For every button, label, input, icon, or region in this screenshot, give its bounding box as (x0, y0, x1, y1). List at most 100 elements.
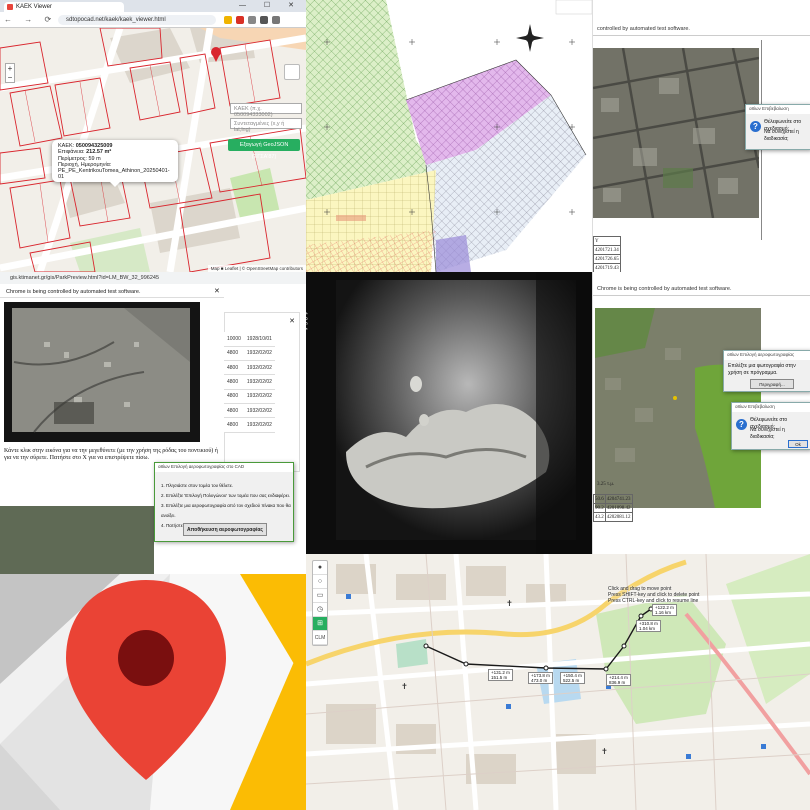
measure-tool[interactable]: ⊞ (313, 617, 327, 631)
cadastral-map[interactable]: Μαιζώνος + − ΚΑΕΚ: 050094325009 Επιφάνει… (0, 26, 306, 272)
cad-photo-dialog: ο8ίων Επιλογή αεροφωτογραφίας στο CAD 1.… (154, 462, 294, 542)
select-photo-dialog: ο8ίων Επιλογή αεροφωτογραφίας Επιλέξτε μ… (723, 350, 810, 392)
draw-point-tool[interactable]: ● (313, 561, 327, 575)
table-row[interactable]: 10000 1928/10/01 (224, 332, 275, 347)
tab-kaek-viewer[interactable]: ΚΑΕΚ Viewer (4, 2, 124, 12)
zoom-out-button[interactable]: − (6, 73, 14, 82)
kaek-search-input[interactable]: ΚΑΕΚ (π.χ. 050094333002) (230, 103, 302, 118)
extension-icons[interactable] (224, 16, 284, 26)
question-icon: ? (736, 419, 747, 430)
region-value: PE_PE_KentrikouTomea_Athinon_20250401-01 (58, 168, 170, 181)
dialog-title: ο8ίων Επιλογή αεροφωτογραφίας στο CAD (155, 463, 293, 472)
plan-drawing (306, 0, 592, 272)
historic-aerial-photo[interactable] (4, 302, 200, 442)
table-row[interactable]: 4800 1932/02/02 (224, 360, 275, 376)
aerial-confirm-window: controlled by automated test software. ο… (592, 0, 810, 272)
confirm-dialog: ο8ίων Επιβεβαίωση ? Θέλεφωνείτε στο σχεδ… (745, 104, 810, 150)
step-1: 1. Πλησιάστε στον τομέα του θέλετε. (161, 483, 234, 488)
dialog-line-2: Να συνεχιστεί η διαδικασία; (750, 427, 785, 440)
segment-label: +310.8 m 1.04 km (636, 620, 661, 632)
table-row[interactable]: 4800 1932/02/02 (224, 346, 275, 362)
segment-label: +214.4 m 836.9 m (606, 674, 631, 686)
history-tool[interactable]: ◷ (313, 603, 327, 617)
browse-button[interactable]: Περιγραφή... (750, 379, 794, 389)
table-row[interactable]: 4800 1932/02/02 (224, 417, 275, 433)
perimeter-label: Περίμετρος: (58, 155, 87, 162)
negative-scan (306, 272, 592, 554)
draw-circle-tool[interactable]: ○ (313, 575, 327, 589)
photo-instructions: Κάντε κλικ στην εικόνα για να την μεγεθύ… (4, 448, 218, 462)
dialog-title: ο8ίων Επιλογή αεροφωτογραφίας (724, 351, 810, 360)
nav-buttons-icon[interactable]: ← → ⟳ (4, 15, 56, 24)
url-bar[interactable]: gis.ktimanet.gr/gis/ParkPreview.html?id=… (0, 272, 306, 284)
export-geojson-button[interactable]: Εξαγωγή GeoJSON (ΕΓΣΑ'87) (228, 139, 300, 160)
zoom-control[interactable]: + − (5, 63, 15, 83)
url-field[interactable]: sdtopocad.net/kaek/kaek_viewer.html (58, 15, 216, 25)
table-row: 90.2 4201098.42 (593, 503, 633, 513)
close-icon[interactable]: ✕ (214, 287, 220, 295)
aerial-city-texture (593, 47, 761, 219)
automation-infobar: Chrome is being controlled by automated … (593, 282, 810, 296)
historic-aerial-texture (4, 302, 200, 442)
area-text: 3.25 τ.μ. (597, 482, 615, 487)
layers-icon[interactable] (284, 64, 300, 80)
coordinates-table: Y 4201721.34 4201726.65 4201719.43 (593, 236, 621, 272)
photo-list-table: 10000 1928/10/01 4800 1932/02/02 4800 1932/… (224, 332, 275, 433)
profile-icon (260, 16, 268, 24)
coords-search-input[interactable]: Συντεταγμένες (x,y ή lat,lng) (230, 118, 302, 133)
table-row: 50.6 4204741.23 (593, 494, 633, 504)
satellite-strip (0, 506, 154, 574)
maps-pin-icon (0, 574, 306, 810)
kaek-viewer-browser: ΚΑΕΚ Viewer — ☐ ✕ ← → ⟳ sdtopocad.net/ka… (0, 0, 306, 272)
area-label: Επιφάνεια: (58, 149, 85, 156)
question-icon: ? (750, 121, 761, 132)
table-row[interactable]: 4800 1932/02/02 (224, 374, 275, 390)
segment-label: +131.2 m 151.5 m (488, 669, 513, 681)
svg-text:✝: ✝ (601, 747, 608, 756)
parcel-info-popup: ΚΑΕΚ: 050094325009 Επιφάνεια: 212.57 m² … (52, 140, 178, 187)
zoom-in-button[interactable]: + (6, 64, 14, 73)
coordinates-table: 50.6 4204741.23 90.2 4201098.42 43.2 420208… (593, 494, 633, 522)
address-bar: ← → ⟳ sdtopocad.net/kaek/kaek_viewer.htm… (0, 12, 306, 28)
osm-measure-map[interactable]: ✝ ✝ ✝ ● ○ ▭ ◷ ⊞ CLM Click and drag to move… (306, 554, 810, 810)
aerial-negative-photo: 1264 (306, 272, 592, 554)
area-value: 212.57 m² (86, 149, 112, 156)
tab-title: ΚΑΕΚ Viewer (16, 4, 52, 10)
window-controls[interactable]: — ☐ ✕ (239, 1, 302, 9)
table-row: 43.2 4202081.12 (593, 512, 633, 522)
topographic-plan (306, 0, 592, 272)
table-row: Y (593, 236, 621, 246)
aerial-dialogs-window: Chrome is being controlled by automated … (592, 272, 810, 554)
segment-label: +173.8 m 473.0 m (528, 672, 553, 684)
save-photo-button[interactable]: Αποθήκευση αεροφωτογραφίας (183, 523, 267, 536)
table-row: 4201726.65 (593, 254, 621, 264)
google-maps-logo (0, 574, 306, 810)
extension-icon (236, 16, 244, 24)
dialog-title: ο8ίων Επιβεβαίωση (746, 105, 810, 114)
puzzle-icon (248, 16, 256, 24)
dialog-line-2: Να συνεχιστεί η διαδικασία; (764, 129, 799, 142)
map-toolbar: ● ○ ▭ ◷ ⊞ CLM (312, 560, 328, 646)
close-list-icon[interactable]: ✕ (289, 317, 295, 325)
step-2: 2. Επιλέξτε 'Επιλογή Πολυγώνου' των τομέ… (161, 493, 290, 498)
automation-infobar: Chrome is being controlled by automated … (0, 285, 224, 298)
segment-label: +150.4 m 522.5 m (560, 672, 585, 684)
svg-text:✝: ✝ (506, 599, 513, 608)
menu-icon (272, 16, 280, 24)
segment-label: +122.2 m 1.16 km (652, 604, 677, 616)
aerial-image (593, 47, 761, 219)
draw-rect-tool[interactable]: ▭ (313, 589, 327, 603)
table-row: 4201719.43 (593, 263, 621, 272)
clm-tool[interactable]: CLM (313, 631, 327, 645)
star-icon (224, 16, 232, 24)
table-row[interactable]: 4800 1932/02/02 (224, 403, 275, 419)
measure-help-text: Click and drag to move point Press SHIFT… (608, 586, 699, 604)
svg-text:✝: ✝ (401, 682, 408, 691)
favicon-icon (7, 4, 13, 10)
ok-button[interactable]: Ok (788, 440, 808, 448)
table-row: 4201721.34 (593, 245, 621, 255)
osm-map-canvas[interactable]: ✝ ✝ ✝ (306, 554, 810, 810)
table-row[interactable]: 4800 1932/02/02 (224, 389, 275, 404)
map-attribution: Map ■ Leaflet | © OpenStreetMap contribu… (207, 265, 306, 272)
dialog-text: Επιλέξτε μια φωτογραφία στην χρήση σε πρ… (728, 363, 796, 376)
